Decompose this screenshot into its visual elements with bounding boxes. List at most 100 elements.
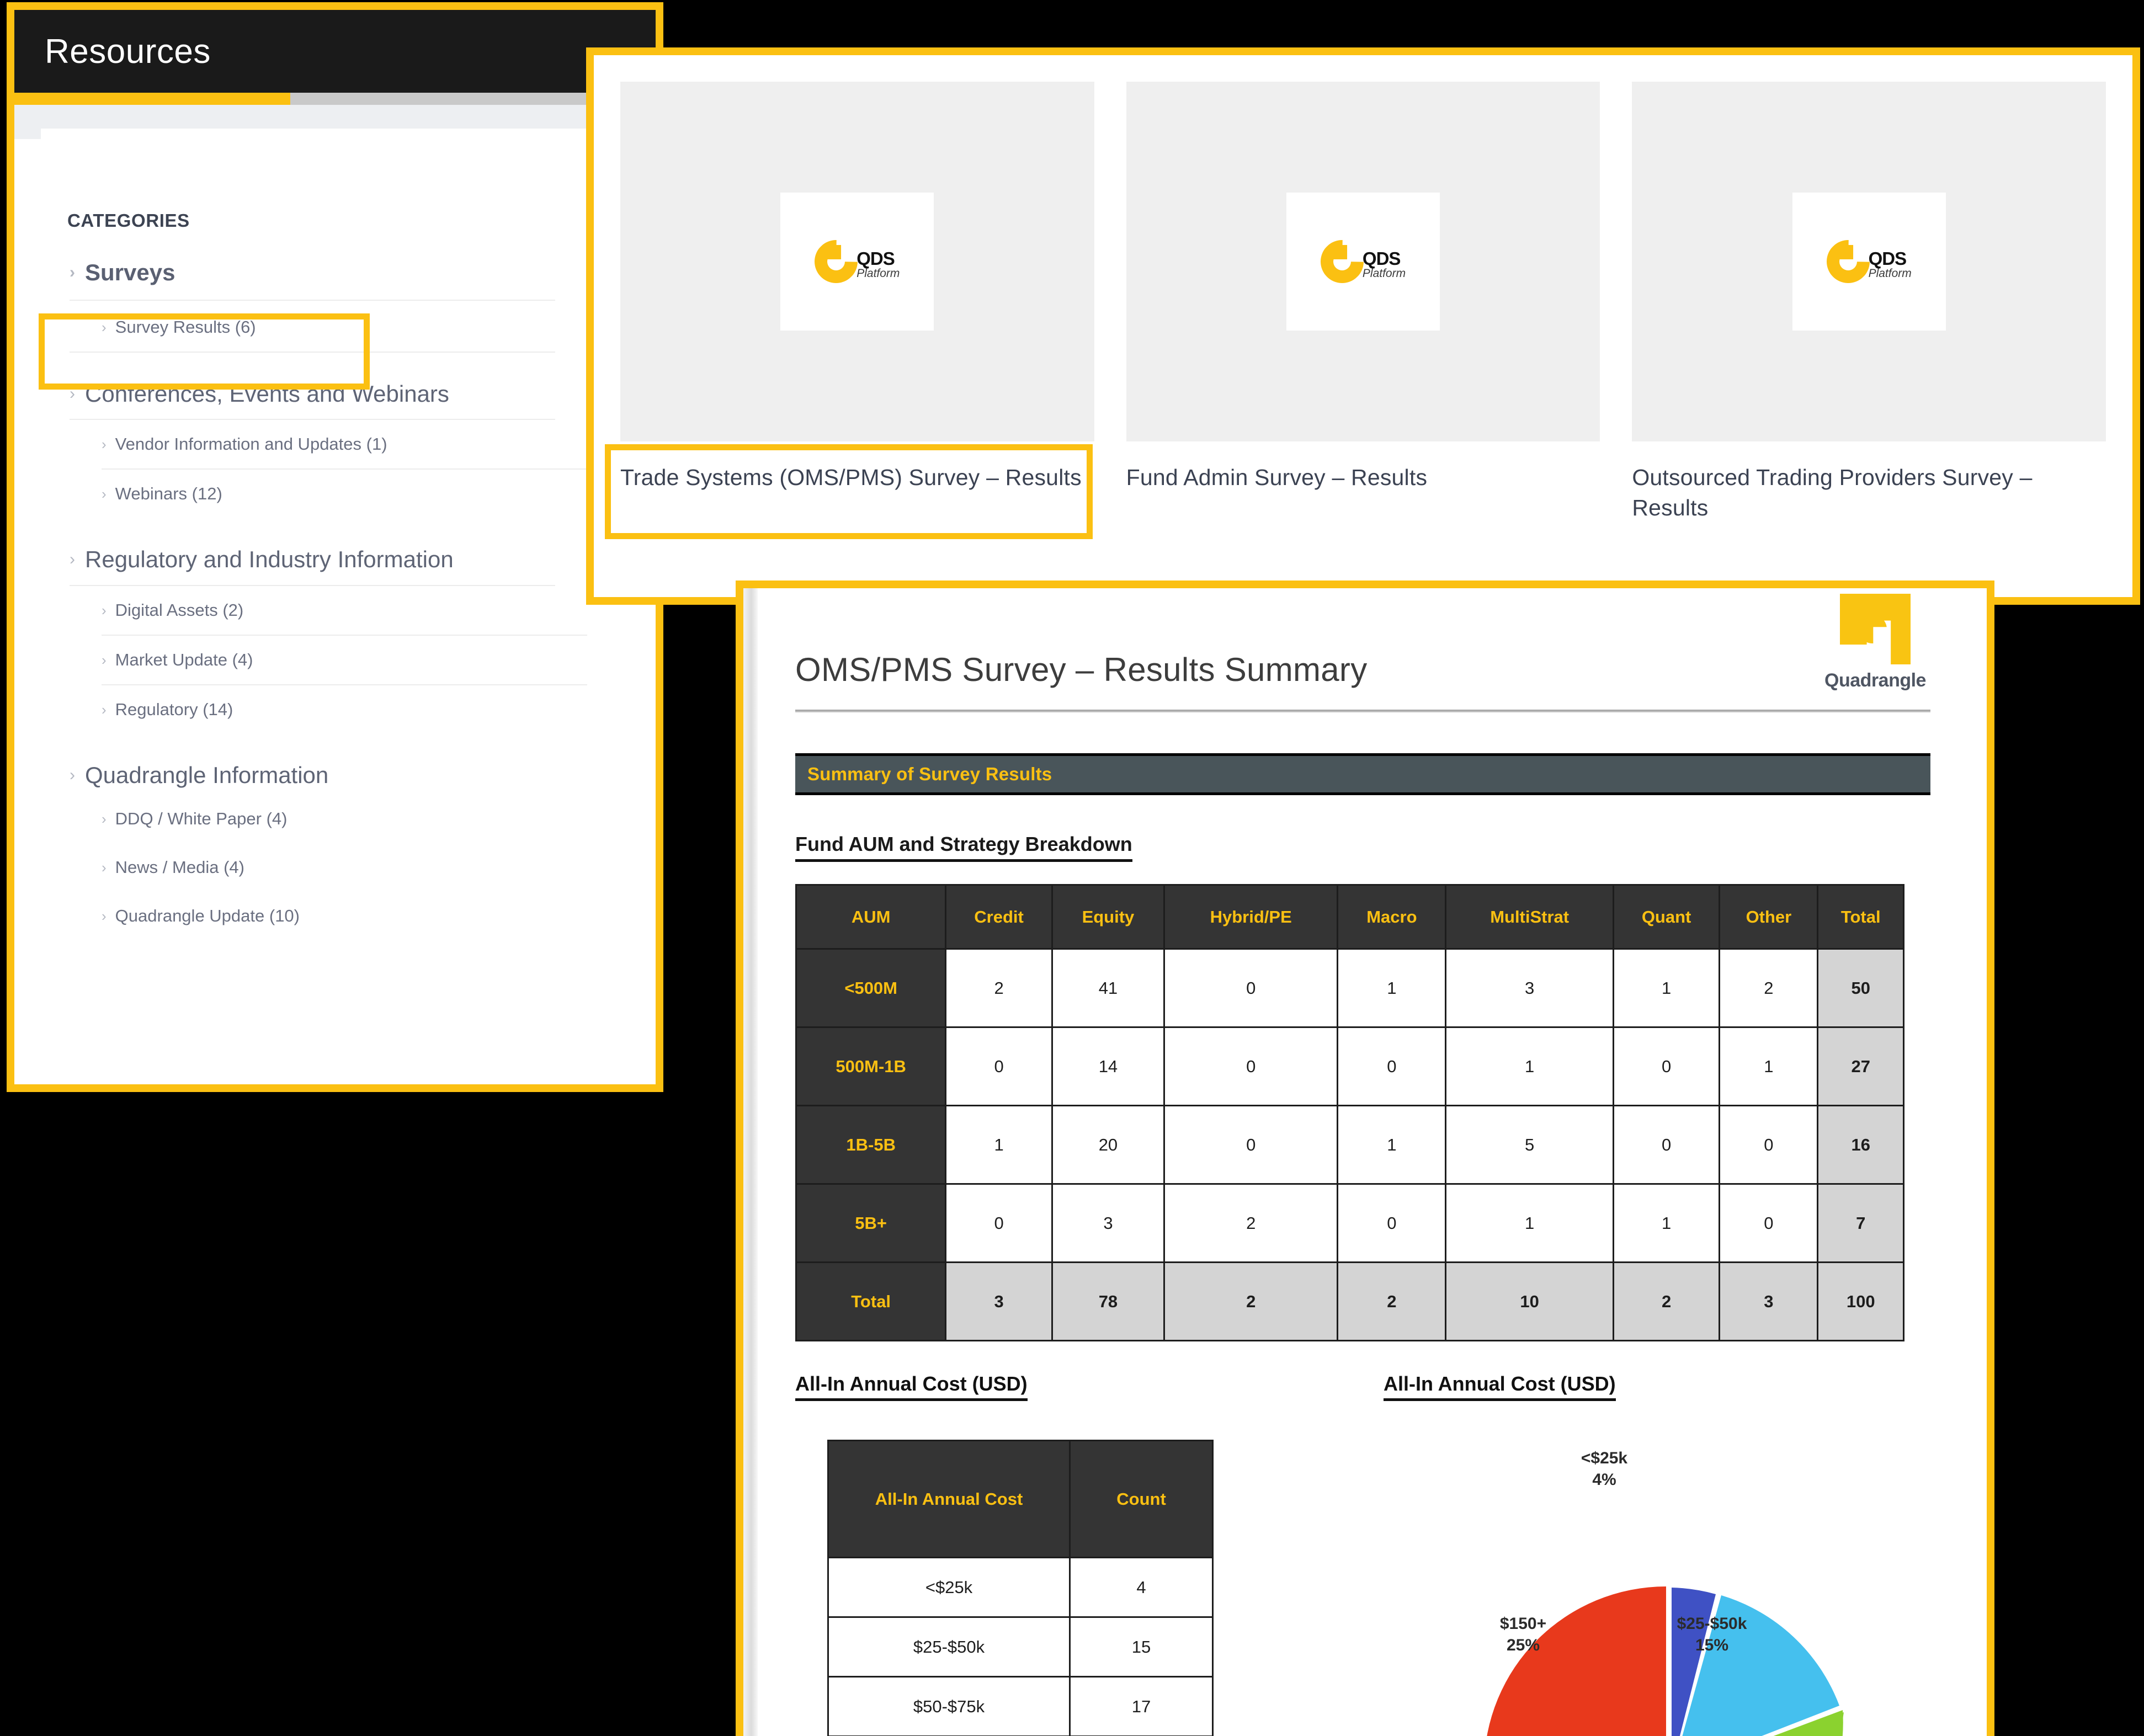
quadrangle-logo-icon: Quadrangle xyxy=(1820,594,1930,691)
categories-container: CATEGORIES › Surveys › Survey Results (6… xyxy=(41,129,656,1084)
cell: 2 xyxy=(1719,948,1819,1028)
pie-label-25-50k: $25-$50k 15% xyxy=(1677,1615,1747,1654)
row-label: 5B+ xyxy=(795,1183,947,1263)
sidebar-item-label: Conferences, Events and Webinars xyxy=(85,381,449,407)
pie-slice-150-plus xyxy=(1487,1586,1666,1736)
sidebar-item-quadrangle-update[interactable]: › Quadrangle Update (10) xyxy=(102,892,587,940)
sidebar-item-regulatory-and-industry-information[interactable]: › Regulatory and Industry Information xyxy=(70,547,656,572)
qds-platform-logo-icon: QDS Platform xyxy=(1792,193,1946,331)
cell: 0 xyxy=(1719,1183,1819,1263)
chevron-right-icon: › xyxy=(102,859,107,876)
sidebar-item-ddq-white-paper[interactable]: › DDQ / White Paper (4) xyxy=(102,795,587,843)
chevron-right-icon: › xyxy=(70,263,75,282)
cell: 1 xyxy=(1719,1026,1819,1106)
cell-total: 16 xyxy=(1817,1105,1904,1185)
col-hybrid-pe: Hybrid/PE xyxy=(1163,884,1339,950)
cell: 2 xyxy=(1612,1261,1721,1341)
summary-banner: Summary of Survey Results xyxy=(795,753,1930,795)
card-title[interactable]: Fund Admin Survey – Results xyxy=(1126,462,1600,493)
qds-logo-text: QDS xyxy=(1868,248,1907,269)
col-credit: Credit xyxy=(945,884,1053,950)
chevron-right-icon: › xyxy=(102,810,107,827)
card-fund-admin-survey[interactable]: QDS Platform Fund Admin Survey – Results xyxy=(1126,82,1600,524)
sidebar-item-survey-results[interactable]: › Survey Results (6) xyxy=(102,303,587,352)
sidebar-item-label: Regulatory (14) xyxy=(115,699,233,719)
sidebar-item-vendor-information-and-updates[interactable]: › Vendor Information and Updates (1) xyxy=(102,420,587,470)
col-equity: Equity xyxy=(1051,884,1166,950)
cell: 0 xyxy=(1612,1026,1721,1106)
sidebar-item-conferences-events-webinars[interactable]: › Conferences, Events and Webinars xyxy=(70,381,656,407)
qds-c-mark-icon xyxy=(806,231,867,292)
card-thumbnail: QDS Platform xyxy=(1126,82,1600,441)
card-outsourced-trading-providers-survey[interactable]: QDS Platform Outsourced Trading Provider… xyxy=(1632,82,2106,524)
sidebar-item-label: Webinars (12) xyxy=(115,484,222,504)
sidebar-item-digital-assets[interactable]: › Digital Assets (2) xyxy=(102,586,587,636)
card-title[interactable]: Outsourced Trading Providers Survey – Re… xyxy=(1632,462,2106,524)
table-total-row: Total 3 78 2 2 10 2 3 100 xyxy=(795,1261,1904,1341)
cell: 0 xyxy=(945,1026,1053,1106)
sidebar-item-regulatory[interactable]: › Regulatory (14) xyxy=(102,685,587,734)
cost-bucket-label: <$25k xyxy=(827,1557,1071,1618)
card-title[interactable]: Trade Systems (OMS/PMS) Survey – Results xyxy=(620,462,1094,493)
cell: 2 xyxy=(1337,1261,1447,1341)
table-row: <$25k 4 xyxy=(827,1557,1214,1618)
all-in-annual-cost-pie-chart: <$25k 4% $150+ 25% $25-$50k 15% xyxy=(1384,1447,1943,1736)
list-divider xyxy=(70,352,555,353)
cell: 1 xyxy=(1337,1105,1447,1185)
table-row: <500M 2 41 0 1 3 1 2 50 xyxy=(795,948,1904,1028)
cell: 78 xyxy=(1051,1261,1166,1341)
cost-bucket-label: $50-$75k xyxy=(827,1676,1071,1736)
cell: 20 xyxy=(1051,1105,1166,1185)
cell: 0 xyxy=(1163,948,1339,1028)
table-header-row: All-In Annual Cost Count xyxy=(827,1440,1214,1558)
cell: 3 xyxy=(1445,948,1614,1028)
sidebar-item-news-media[interactable]: › News / Media (4) xyxy=(102,843,587,892)
cell: 14 xyxy=(1051,1026,1166,1106)
cell: 5 xyxy=(1445,1105,1614,1185)
cell: 0 xyxy=(1337,1183,1447,1263)
document-header: OMS/PMS Survey – Results Summary Quadran… xyxy=(795,588,1965,710)
resources-header-bar: Resources xyxy=(14,10,656,93)
row-label: 500M-1B xyxy=(795,1026,947,1106)
sidebar-item-quadrangle-information[interactable]: › Quadrangle Information xyxy=(70,762,656,788)
cell: 0 xyxy=(1719,1105,1819,1185)
cards-row: QDS Platform Trade Systems (OMS/PMS) Sur… xyxy=(594,55,2132,524)
cell: 1 xyxy=(1445,1026,1614,1106)
quadrangle-wordmark: Quadrangle xyxy=(1824,670,1926,691)
cost-bucket-count: 4 xyxy=(1069,1557,1214,1618)
col-quant: Quant xyxy=(1612,884,1721,950)
cell: 10 xyxy=(1445,1261,1614,1341)
summary-banner-label: Summary of Survey Results xyxy=(807,764,1052,784)
sidebar-item-webinars[interactable]: › Webinars (12) xyxy=(102,470,587,518)
table-header-row: AUM Credit Equity Hybrid/PE Macro MultiS… xyxy=(795,884,1904,950)
qds-logo-text: QDS xyxy=(1362,248,1401,269)
row-label: 1B-5B xyxy=(795,1105,947,1185)
categories-heading: CATEGORIES xyxy=(67,210,190,231)
pie-label-150-plus: $150+ 25% xyxy=(1499,1615,1547,1654)
cell: 0 xyxy=(945,1183,1053,1263)
sidebar-item-market-update[interactable]: › Market Update (4) xyxy=(102,636,587,685)
document-content: OMS/PMS Survey – Results Summary Quadran… xyxy=(758,588,1987,1736)
sidebar-item-label: Quadrangle Information xyxy=(85,762,329,788)
qds-platform-logo-icon: QDS Platform xyxy=(1286,193,1440,331)
sidebar-item-surveys[interactable]: › Surveys xyxy=(70,259,656,285)
qds-logo-subtext: Platform xyxy=(1868,267,1912,280)
screenshot-canvas: Resources CATEGORIES › Surveys › Survey … xyxy=(0,0,2144,1736)
cell-total: 27 xyxy=(1817,1026,1904,1106)
table-row: 5B+ 0 3 2 0 1 1 0 7 xyxy=(795,1183,1904,1263)
cell: 3 xyxy=(1051,1183,1166,1263)
cell: 0 xyxy=(1163,1105,1339,1185)
card-trade-systems-oms-pms-survey[interactable]: QDS Platform Trade Systems (OMS/PMS) Sur… xyxy=(620,82,1094,524)
document-preview-panel: OMS/PMS Survey – Results Summary Quadran… xyxy=(736,581,1994,1736)
sidebar-item-label: Market Update (4) xyxy=(115,649,253,669)
section-heading-cost-table: All-In Annual Cost (USD) xyxy=(795,1372,1028,1401)
sidebar-item-label: Survey Results (6) xyxy=(115,317,256,337)
sidebar-item-label: Vendor Information and Updates (1) xyxy=(115,434,387,454)
document-scrollbar[interactable] xyxy=(743,588,758,1736)
qds-c-mark-icon xyxy=(1311,231,1373,292)
cell: 1 xyxy=(945,1105,1053,1185)
cell: 0 xyxy=(1163,1026,1339,1106)
cell: 2 xyxy=(1163,1183,1339,1263)
card-thumbnail: QDS Platform xyxy=(1632,82,2106,441)
chevron-right-icon: › xyxy=(102,319,107,336)
